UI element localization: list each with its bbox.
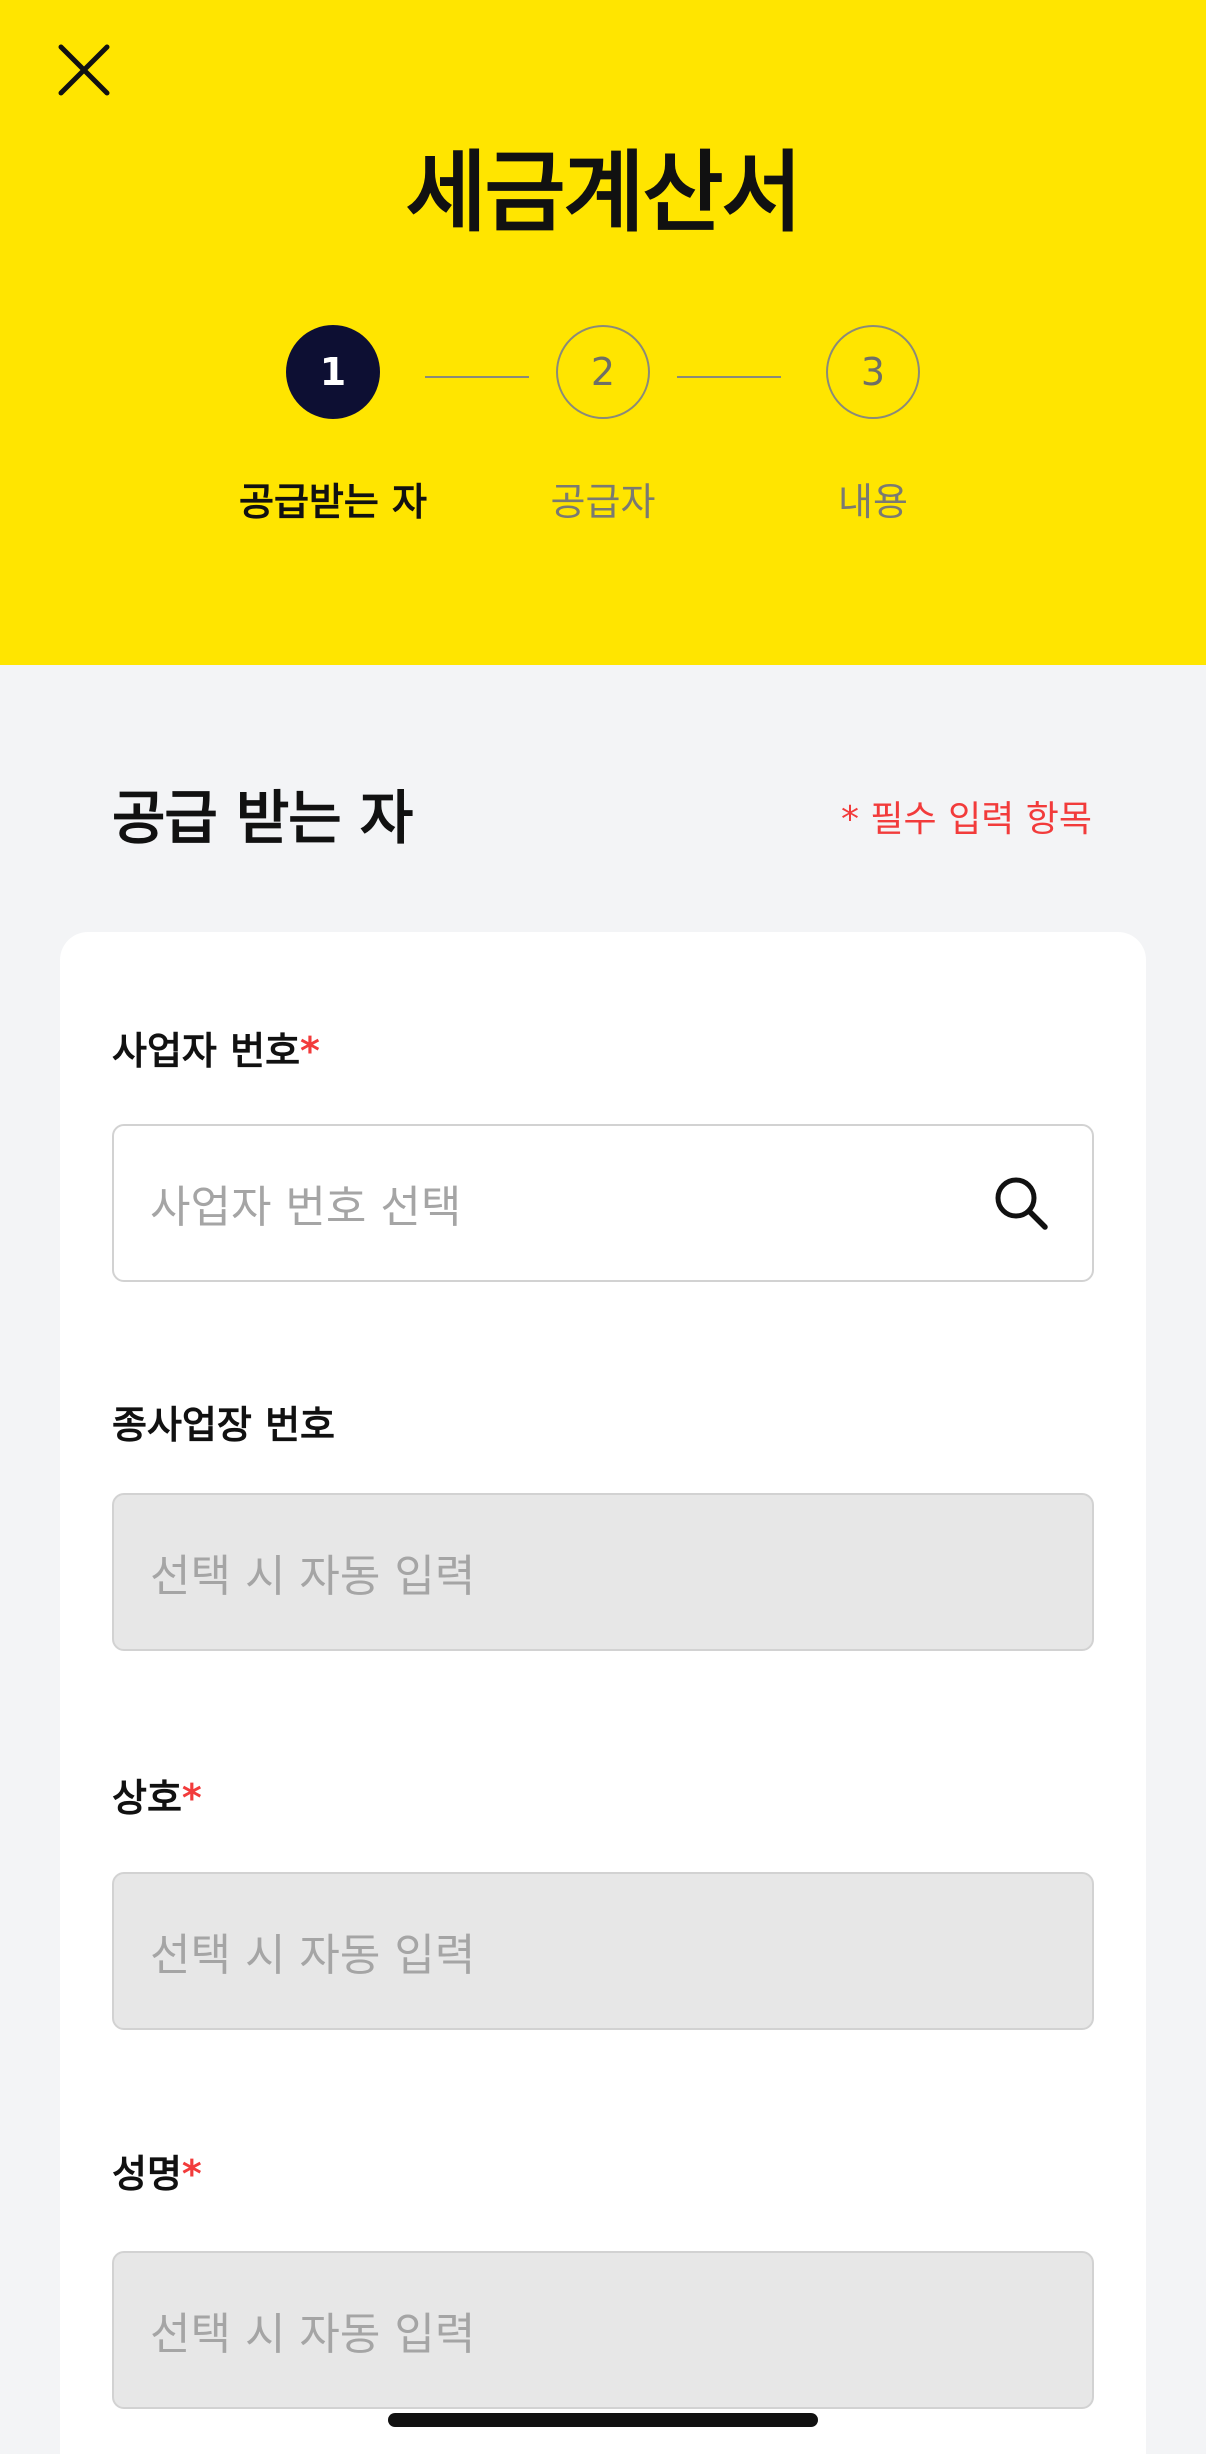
step-1-label: 공급받는 자 — [238, 480, 428, 524]
step-2-number: 2 — [590, 350, 616, 394]
step-1-number: 1 — [319, 350, 347, 394]
company-name-label: 상호* — [112, 1776, 202, 1820]
tax-invoice-screen: 세금계산서 1 2 3 공급받는 자 공급자 내용 공급 받는 자 * 필수 입… — [0, 0, 1206, 2454]
section-title: 공급 받는 자 — [112, 784, 413, 852]
branch-number-label: 종사업장 번호 — [112, 1403, 335, 1447]
step-connector-2 — [677, 376, 781, 378]
required-note: * 필수 입력 항목 — [840, 799, 1092, 840]
close-button[interactable] — [52, 38, 116, 102]
representative-name-label: 성명* — [112, 2152, 202, 2196]
step-2-circle[interactable]: 2 — [556, 325, 650, 419]
business-number-input[interactable]: 사업자 번호 선택 — [112, 1124, 1094, 1282]
company-name-placeholder: 선택 시 자동 입력 — [150, 1930, 476, 1981]
representative-name-input: 선택 시 자동 입력 — [112, 2251, 1094, 2409]
company-name-input: 선택 시 자동 입력 — [112, 1872, 1094, 2030]
step-connector-1 — [425, 376, 529, 378]
step-3-number: 3 — [860, 350, 886, 394]
step-1-circle[interactable]: 1 — [286, 325, 380, 419]
required-mark: * — [181, 2152, 202, 2196]
page-title: 세금계산서 — [405, 141, 803, 244]
required-mark: * — [300, 1029, 320, 1073]
step-3-circle[interactable]: 3 — [826, 325, 920, 419]
branch-number-placeholder: 선택 시 자동 입력 — [150, 1551, 476, 1602]
header: 세금계산서 1 2 3 공급받는 자 공급자 내용 — [0, 0, 1206, 665]
search-icon — [995, 1177, 1048, 1230]
business-number-label: 사업자 번호* — [112, 1029, 320, 1073]
step-2-label: 공급자 — [550, 480, 656, 524]
representative-name-placeholder: 선택 시 자동 입력 — [150, 2309, 476, 2360]
required-mark: * — [181, 1776, 202, 1820]
close-icon — [58, 44, 110, 96]
branch-number-input: 선택 시 자동 입력 — [112, 1493, 1094, 1651]
home-indicator — [388, 2413, 818, 2427]
step-3-label: 내용 — [838, 480, 908, 524]
business-number-placeholder: 사업자 번호 선택 — [150, 1182, 462, 1233]
search-button[interactable] — [986, 1168, 1056, 1238]
